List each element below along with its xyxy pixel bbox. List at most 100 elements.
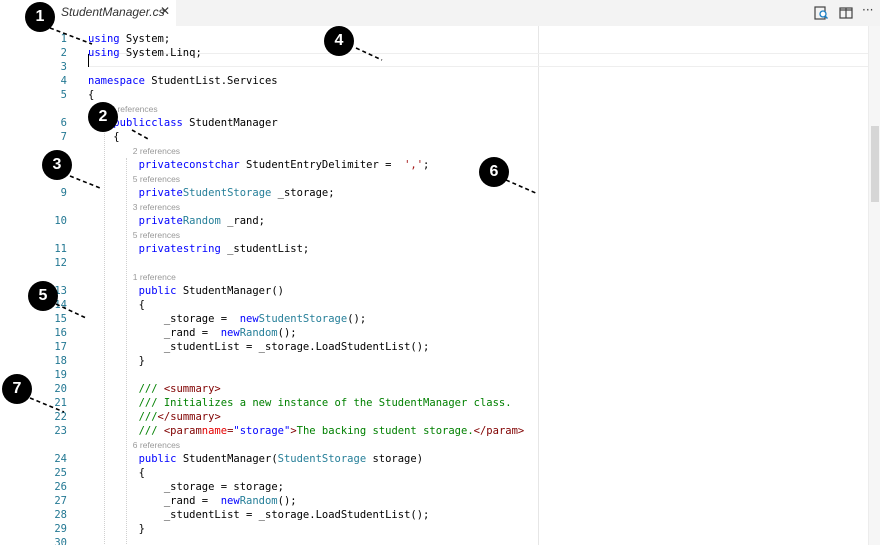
code-line[interactable]: ///</summary> [88, 410, 221, 424]
vertical-scrollbar[interactable] [868, 26, 880, 545]
line-number: 4 [60, 75, 67, 87]
code-line[interactable]: } [88, 354, 145, 368]
code-line[interactable]: privatestring _studentList; [88, 242, 310, 256]
code-line[interactable]: using System; [88, 32, 170, 46]
code-token: _storage; [277, 187, 335, 199]
code-token: using [88, 47, 120, 59]
code-token: _studentList; [227, 243, 310, 255]
code-token: namespace [88, 75, 145, 87]
close-icon[interactable]: ✕ [160, 4, 170, 18]
code-token: storage) [372, 453, 424, 465]
code-token: StudentManager( [182, 453, 278, 465]
code-line[interactable]: privateStudentStorage _storage; [88, 186, 335, 200]
codelens-references[interactable]: 1 reference [133, 271, 176, 283]
line-number: 22 [54, 411, 67, 423]
line-number: 28 [54, 509, 67, 521]
code-token: private [138, 187, 183, 199]
code-token: public [138, 285, 177, 297]
code-token: </param> [473, 425, 525, 437]
split-editor-icon[interactable] [838, 5, 854, 21]
code-line[interactable]: namespace StudentList.Services [88, 74, 278, 88]
indent-guide [126, 158, 127, 545]
code-token: _rand; [227, 215, 266, 227]
code-token: _storage = [88, 313, 234, 325]
code-token: StudentEntryDelimiter = [246, 159, 398, 171]
callout-2: 2 [88, 102, 118, 132]
code-token: } [88, 523, 145, 535]
code-token: /// [138, 425, 158, 437]
codelens-references[interactable]: 5 references [133, 173, 180, 185]
code-line[interactable]: _studentList = _storage.LoadStudentList(… [88, 340, 430, 354]
line-number: 20 [54, 383, 67, 395]
code-token: /// [138, 383, 158, 395]
code-token: const [182, 159, 215, 171]
code-token: "storage" [233, 425, 291, 437]
line-number: 21 [54, 397, 67, 409]
codelens-references[interactable]: 2 references [133, 145, 180, 157]
editor-ruler [538, 26, 539, 545]
code-token: { [88, 299, 145, 311]
code-token: StudentStorage [258, 313, 348, 325]
code-line[interactable]: public StudentManager(StudentStorage stora… [88, 452, 423, 466]
callout-3: 3 [42, 150, 72, 180]
line-number: 16 [54, 327, 67, 339]
code-token: public [113, 117, 152, 129]
line-number: 3 [60, 61, 67, 73]
line-number: 26 [54, 481, 67, 493]
code-token: Random [239, 495, 278, 507]
code-line[interactable]: /// Initializes a new instance of the St… [88, 396, 512, 410]
code-line[interactable]: _storage = newStudentStorage(); [88, 312, 366, 326]
code-line[interactable]: privateRandom _rand; [88, 214, 265, 228]
line-number: 15 [54, 313, 67, 325]
code-token: { [88, 89, 95, 101]
code-token: public [138, 453, 177, 465]
code-line[interactable]: privateconstchar StudentEntryDelimiter = … [88, 158, 430, 172]
line-number: 6 [60, 117, 67, 129]
code-token: /// [138, 411, 158, 423]
callout-7: 7 [2, 374, 32, 404]
code-line[interactable]: _studentList = _storage.LoadStudentList(… [88, 508, 430, 522]
codelens-references[interactable]: 5 references [133, 229, 180, 241]
scrollbar-thumb[interactable] [871, 126, 879, 202]
code-line[interactable]: { [88, 298, 145, 312]
code-line[interactable]: _rand = newRandom(); [88, 326, 297, 340]
current-line-highlight [88, 53, 878, 67]
code-line[interactable]: _storage = storage; [88, 480, 284, 494]
code-token: char [214, 159, 240, 171]
more-actions-icon[interactable]: ··· [862, 3, 878, 19]
code-editor[interactable]: 1 using System; 2 using System.Linq; 3 4 namespa… [0, 26, 880, 545]
code-token: StudentStorage [277, 453, 367, 465]
line-number: 9 [60, 187, 67, 199]
code-line[interactable]: public StudentManager() [88, 284, 284, 298]
code-line[interactable]: using System.Linq; [88, 46, 202, 60]
line-number: 10 [54, 215, 67, 227]
code-token: private [138, 159, 183, 171]
code-line[interactable]: { [88, 88, 94, 102]
open-changes-icon[interactable] [813, 5, 829, 21]
code-line[interactable]: _rand = newRandom(); [88, 494, 297, 508]
line-number: 29 [54, 523, 67, 535]
line-number: 12 [54, 257, 67, 269]
line-number: 5 [60, 89, 67, 101]
code-token: _studentList = _storage.LoadStudentList(… [88, 341, 430, 353]
code-token: The backing student storage. [296, 425, 474, 437]
code-token: <summary> [163, 383, 221, 395]
codelens-references[interactable]: 3 references [133, 201, 180, 213]
line-number: 30 [54, 537, 67, 545]
code-token: (); [277, 495, 297, 507]
code-line[interactable]: { [88, 466, 145, 480]
code-token: _rand = [88, 327, 215, 339]
line-number: 7 [60, 131, 67, 143]
code-line[interactable]: /// <summary> [88, 382, 221, 396]
code-token: System; [125, 33, 171, 45]
codelens-references[interactable]: 6 references [133, 439, 180, 451]
code-line[interactable]: ///<paramname="storage">The backing stud… [88, 424, 525, 438]
code-line[interactable]: } [88, 522, 145, 536]
code-token: StudentManager() [182, 285, 284, 297]
